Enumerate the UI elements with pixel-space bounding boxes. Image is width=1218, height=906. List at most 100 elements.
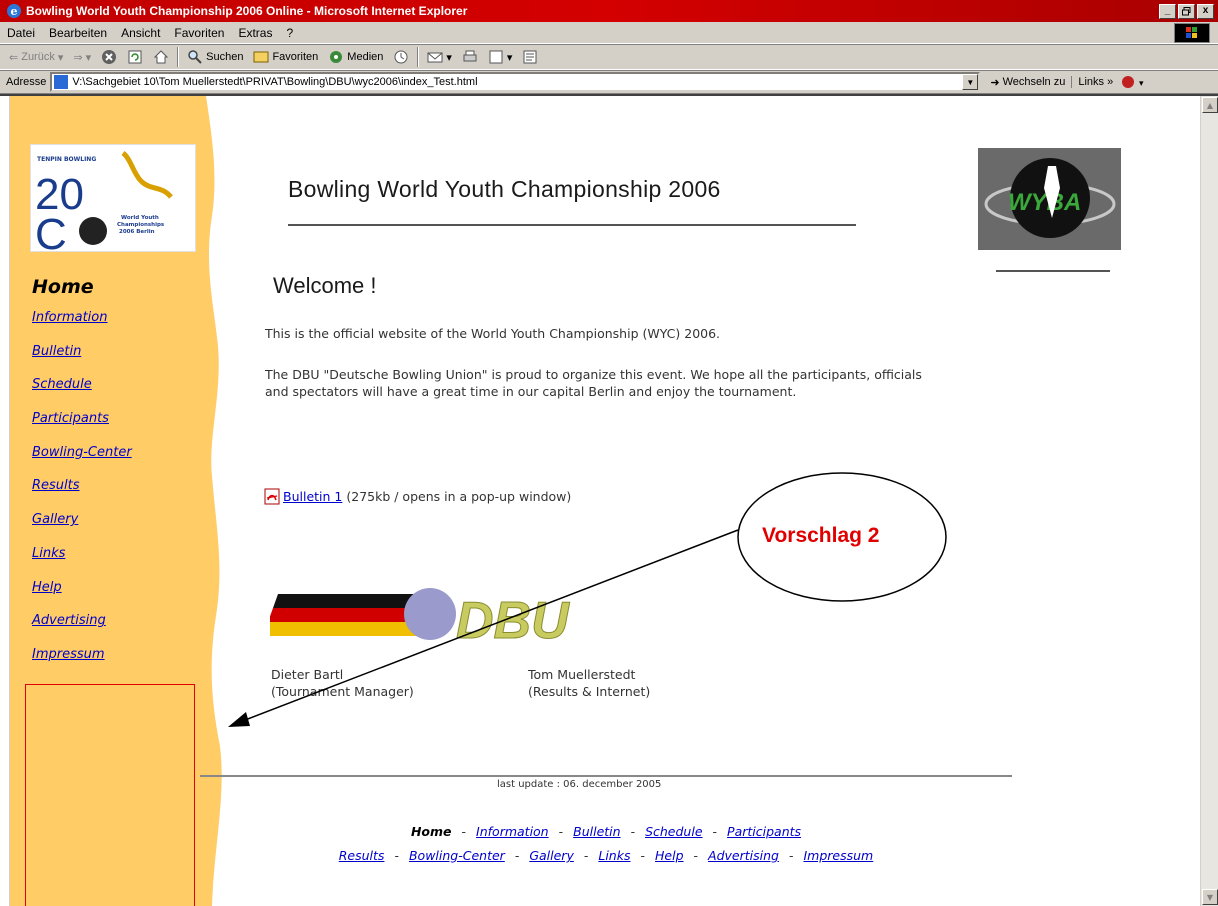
search-label: Suchen xyxy=(206,51,244,63)
menu-datei[interactable]: Datei xyxy=(0,26,42,40)
history-button[interactable] xyxy=(388,46,414,68)
annotation-label: Vorschlag 2 xyxy=(762,524,880,547)
footer-gallery[interactable]: Gallery xyxy=(529,848,574,863)
nav-impressum[interactable]: Impressum xyxy=(32,647,132,681)
print-button[interactable] xyxy=(457,46,483,68)
window-title: Bowling World Youth Championship 2006 On… xyxy=(26,4,468,18)
footer-schedule[interactable]: Schedule xyxy=(645,824,702,839)
toolbar: ⇐ Zurück ▾ ⇒ ▾ Suchen Favoriten Medien ▾… xyxy=(0,44,1218,70)
go-button[interactable]: ➜ Wechseln zu xyxy=(980,76,1071,89)
footer-links[interactable]: Links xyxy=(598,848,630,863)
nav-results[interactable]: Results xyxy=(32,478,132,512)
footer-participants[interactable]: Participants xyxy=(727,824,801,839)
nav-bulletin[interactable]: Bulletin xyxy=(32,344,132,378)
go-label: Wechseln zu xyxy=(1002,76,1066,88)
mail-icon xyxy=(427,52,443,63)
nav-advertising[interactable]: Advertising xyxy=(32,613,132,647)
refresh-button[interactable] xyxy=(122,46,148,68)
address-input[interactable]: V:\Sachgebiet 10\Tom Muellerstedt\PRIVAT… xyxy=(50,72,981,92)
go-arrow-icon: ➜ xyxy=(990,76,1000,89)
star-icon xyxy=(253,51,269,63)
favorites-label: Favoriten xyxy=(272,51,319,63)
bulletin-1-link[interactable]: Bulletin 1 xyxy=(283,489,342,504)
favorites-button[interactable]: Favoriten xyxy=(248,46,323,68)
chevron-down-icon: ▾ xyxy=(446,51,452,64)
dbu-logo: DBU xyxy=(263,586,590,651)
wyc-2006-logo: TENPIN BOWLING 20 C World Youth Champion… xyxy=(30,144,196,259)
footer-separator: - xyxy=(394,848,399,863)
mail-button[interactable]: ▾ xyxy=(422,46,457,68)
contact-role: (Results & Internet) xyxy=(528,684,651,699)
nav-help[interactable]: Help xyxy=(32,580,132,614)
address-bar: Adresse V:\Sachgebiet 10\Tom Muellersted… xyxy=(0,70,1218,94)
nav-information[interactable]: Information xyxy=(32,310,132,344)
history-icon xyxy=(394,50,408,64)
contact-name: Dieter Bartl xyxy=(271,667,344,682)
back-arrow-icon: ⇐ xyxy=(9,51,19,64)
forward-button[interactable]: ⇒ ▾ xyxy=(68,46,96,68)
vertical-scrollbar[interactable]: ▲ ▼ xyxy=(1200,96,1218,906)
nav-bowling-center[interactable]: Bowling-Center xyxy=(32,445,132,479)
close-button[interactable]: x xyxy=(1197,3,1214,19)
contact-role: (Tournament Manager) xyxy=(271,684,414,699)
translate-icon[interactable]: ▾ xyxy=(1119,73,1145,91)
nav-links[interactable]: Links xyxy=(32,546,132,580)
windows-logo-icon xyxy=(1174,23,1210,43)
page-title: Bowling World Youth Championship 2006 xyxy=(288,176,721,202)
footer-advertising[interactable]: Advertising xyxy=(708,848,779,863)
contact-tournament-manager: Dieter Bartl (Tournament Manager) xyxy=(271,666,414,700)
menu-help[interactable]: ? xyxy=(279,26,300,40)
printer-icon xyxy=(463,50,477,62)
footer-divider xyxy=(200,775,1012,777)
discuss-icon xyxy=(523,50,537,64)
links-button[interactable]: Links » xyxy=(1071,76,1119,88)
pdf-icon xyxy=(264,488,280,505)
menu-favoriten[interactable]: Favoriten xyxy=(167,26,231,40)
nav-participants[interactable]: Participants xyxy=(32,411,132,445)
footer-separator: - xyxy=(583,848,589,863)
address-label: Adresse xyxy=(6,76,47,88)
media-icon xyxy=(330,51,343,63)
footer-results[interactable]: Results xyxy=(339,848,385,863)
footer-bowling-center[interactable]: Bowling-Center xyxy=(409,848,505,863)
home-icon xyxy=(153,50,169,64)
address-url: V:\Sachgebiet 10\Tom Muellerstedt\PRIVAT… xyxy=(72,76,478,88)
address-dropdown-button[interactable]: ▼ xyxy=(962,74,979,90)
footer-separator: - xyxy=(514,848,520,863)
menu-bearbeiten[interactable]: Bearbeiten xyxy=(42,26,114,40)
footer-separator: - xyxy=(461,824,467,839)
footer-home[interactable]: Home xyxy=(411,824,452,839)
chevron-down-icon: ▾ xyxy=(57,51,64,64)
bowling-ball-icon xyxy=(79,217,107,245)
links-label: Links xyxy=(1078,76,1105,88)
logo-divider xyxy=(996,270,1110,272)
menu-extras[interactable]: Extras xyxy=(231,26,279,40)
footer-nav: Home - Information - Bulletin - Schedule - Parti… xyxy=(200,820,1012,868)
scroll-down-button[interactable]: ▼ xyxy=(1202,889,1218,905)
page-icon xyxy=(54,75,69,89)
menu-ansicht[interactable]: Ansicht xyxy=(114,26,167,40)
stop-button[interactable] xyxy=(96,46,122,68)
footer-impressum[interactable]: Impressum xyxy=(803,848,873,863)
menu-bar: Datei Bearbeiten Ansicht Favoriten Extra… xyxy=(0,22,1218,44)
internet-explorer-icon: e xyxy=(7,4,21,18)
dbu-text: DBU xyxy=(456,592,570,648)
media-button[interactable]: Medien xyxy=(323,46,388,68)
maximize-button[interactable] xyxy=(1178,3,1195,19)
left-frame-edge xyxy=(0,96,10,906)
nav-home[interactable]: Home xyxy=(32,276,132,298)
footer-information[interactable]: Information xyxy=(476,824,549,839)
discuss-button[interactable] xyxy=(517,46,543,68)
edit-button[interactable]: ▾ xyxy=(483,46,518,68)
chevron-down-icon: ▾ xyxy=(85,51,92,64)
nav-gallery[interactable]: Gallery xyxy=(32,512,132,546)
welcome-heading: Welcome ! xyxy=(273,273,377,298)
footer-bulletin[interactable]: Bulletin xyxy=(573,824,620,839)
scroll-up-button[interactable]: ▲ xyxy=(1202,97,1218,113)
home-button[interactable] xyxy=(148,46,174,68)
search-button[interactable]: Suchen xyxy=(182,46,248,68)
minimize-button[interactable]: _ xyxy=(1159,3,1176,19)
nav-schedule[interactable]: Schedule xyxy=(32,377,132,411)
back-button[interactable]: ⇐ Zurück ▾ xyxy=(4,46,68,68)
footer-help[interactable]: Help xyxy=(655,848,684,863)
